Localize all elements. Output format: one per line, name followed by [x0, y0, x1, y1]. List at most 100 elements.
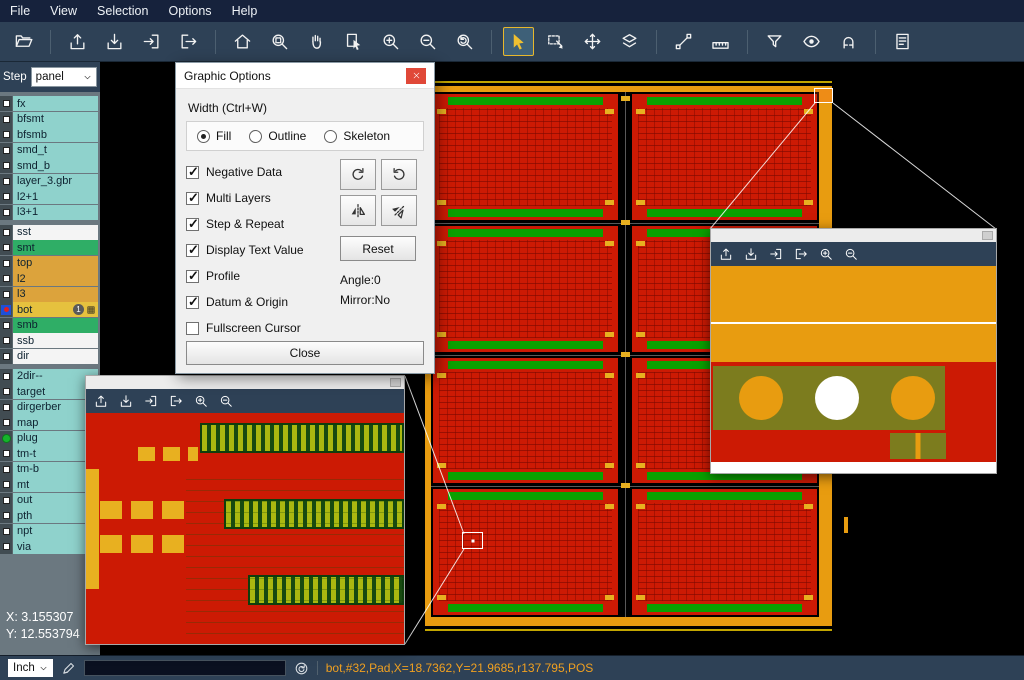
cursor-button[interactable]	[503, 27, 534, 56]
layer-checkbox[interactable]	[0, 477, 13, 492]
layer-checkbox[interactable]	[0, 415, 13, 430]
zoom-in-button[interactable]	[375, 27, 406, 56]
menu-selection[interactable]: Selection	[87, 0, 158, 22]
page-cursor-button[interactable]	[338, 27, 369, 56]
export-up-button[interactable]	[715, 244, 737, 264]
menu-options[interactable]: Options	[158, 0, 221, 22]
layer-name-l3[interactable]: l3	[13, 287, 98, 302]
sign-in-button[interactable]	[136, 27, 167, 56]
magnifier-view[interactable]	[711, 266, 996, 473]
pan-hand-button[interactable]	[301, 27, 332, 56]
option-step-repeat[interactable]: Step & Repeat	[186, 211, 336, 237]
import-down-button[interactable]	[115, 391, 137, 411]
layer-checkbox[interactable]	[0, 225, 13, 240]
layer-active-marker[interactable]	[0, 302, 13, 317]
option-datum-origin[interactable]: Datum & Origin	[186, 289, 336, 315]
measure-line-button[interactable]	[668, 27, 699, 56]
pen-icon[interactable]	[61, 661, 76, 676]
layer-name-bfsmt[interactable]: bfsmt	[13, 112, 98, 127]
home-button[interactable]	[227, 27, 258, 56]
layer-name-l2[interactable]: l2	[13, 271, 98, 286]
option-display-text-value[interactable]: Display Text Value	[186, 237, 336, 263]
layer-checkbox[interactable]	[0, 539, 13, 554]
pcb-board[interactable]	[433, 94, 618, 220]
close-button[interactable]: Close	[186, 341, 424, 365]
layer-checkbox[interactable]	[0, 333, 13, 348]
menu-view[interactable]: View	[40, 0, 87, 22]
zoom-in-button[interactable]	[190, 391, 212, 411]
sign-out-button[interactable]	[790, 244, 812, 264]
rotate-ccw-button[interactable]	[381, 159, 417, 190]
sign-in-button[interactable]	[140, 391, 162, 411]
ruler-button[interactable]	[705, 27, 736, 56]
pcb-board[interactable]	[433, 489, 618, 615]
mirror-diagonal-button[interactable]	[381, 195, 417, 226]
layer-name-smt[interactable]: smt	[13, 240, 98, 255]
fill-mode-skeleton[interactable]: Skeleton	[324, 129, 390, 143]
rotate-cw-button[interactable]	[340, 159, 376, 190]
fill-mode-fill[interactable]: Fill	[197, 129, 231, 143]
layer-checkbox[interactable]	[0, 287, 13, 302]
layer-checkbox[interactable]	[0, 524, 13, 539]
filter-button[interactable]	[759, 27, 790, 56]
layer-checkbox[interactable]	[0, 158, 13, 173]
option-profile[interactable]: Profile	[186, 263, 336, 289]
layer-checkbox[interactable]	[0, 205, 13, 220]
layer-name-smb[interactable]: smb	[13, 318, 98, 333]
unit-select[interactable]: Inch	[8, 659, 53, 677]
pcb-board[interactable]	[433, 358, 618, 484]
open-folder-button[interactable]	[8, 27, 39, 56]
layer-checkbox[interactable]	[0, 493, 13, 508]
layer-checkbox[interactable]	[0, 143, 13, 158]
layer-checkbox[interactable]	[0, 508, 13, 523]
export-up-button[interactable]	[62, 27, 93, 56]
layer-checkbox[interactable]	[0, 112, 13, 127]
layer-name-sst[interactable]: sst	[13, 225, 98, 240]
layer-name-top[interactable]: top	[13, 256, 98, 271]
layer-visible-marker[interactable]	[0, 431, 13, 446]
layers-button[interactable]	[614, 27, 645, 56]
layer-checkbox[interactable]	[0, 369, 13, 384]
dialog-titlebar[interactable]: Graphic Options	[176, 63, 434, 89]
layer-checkbox[interactable]	[0, 318, 13, 333]
net-highlight-button[interactable]	[833, 27, 864, 56]
fill-mode-outline[interactable]: Outline	[249, 129, 306, 143]
layer-name-fx[interactable]: fx	[13, 96, 98, 111]
pcb-board[interactable]	[433, 226, 618, 352]
pcb-board[interactable]	[632, 94, 817, 220]
layer-checkbox[interactable]	[0, 349, 13, 364]
magnifier-titlebar[interactable]	[711, 229, 996, 242]
transform-button[interactable]	[577, 27, 608, 56]
export-up-button[interactable]	[90, 391, 112, 411]
layer-checkbox[interactable]	[0, 400, 13, 415]
zoom-out-button[interactable]	[215, 391, 237, 411]
command-input[interactable]	[84, 660, 286, 676]
layer-name-smd_t[interactable]: smd_t	[13, 143, 98, 158]
magnifier-view[interactable]	[86, 413, 404, 644]
window-button[interactable]	[982, 231, 993, 240]
layer-checkbox[interactable]	[0, 240, 13, 255]
layer-name-ssb[interactable]: ssb	[13, 333, 98, 348]
import-down-button[interactable]	[99, 27, 130, 56]
layer-name-bot[interactable]: bot1	[13, 302, 98, 317]
layer-checkbox[interactable]	[0, 127, 13, 142]
zoom-in-button[interactable]	[815, 244, 837, 264]
layer-checkbox[interactable]	[0, 462, 13, 477]
layer-name-layer_3.gbr[interactable]: layer_3.gbr	[13, 174, 98, 189]
layer-checkbox[interactable]	[0, 271, 13, 286]
layer-name-bfsmb[interactable]: bfsmb	[13, 127, 98, 142]
zoom-out-button[interactable]	[412, 27, 443, 56]
layer-name-l2+1[interactable]: l2+1	[13, 189, 98, 204]
pcb-board[interactable]	[632, 489, 817, 615]
reset-button[interactable]: Reset	[340, 236, 416, 261]
dialog-close-button[interactable]	[406, 68, 426, 84]
eye-button[interactable]	[796, 27, 827, 56]
layer-checkbox[interactable]	[0, 256, 13, 271]
import-down-button[interactable]	[740, 244, 762, 264]
sign-in-button[interactable]	[765, 244, 787, 264]
layer-checkbox[interactable]	[0, 384, 13, 399]
option-negative-data[interactable]: Negative Data	[186, 159, 336, 185]
layer-checkbox[interactable]	[0, 446, 13, 461]
sign-out-button[interactable]	[165, 391, 187, 411]
sign-out-button[interactable]	[173, 27, 204, 56]
